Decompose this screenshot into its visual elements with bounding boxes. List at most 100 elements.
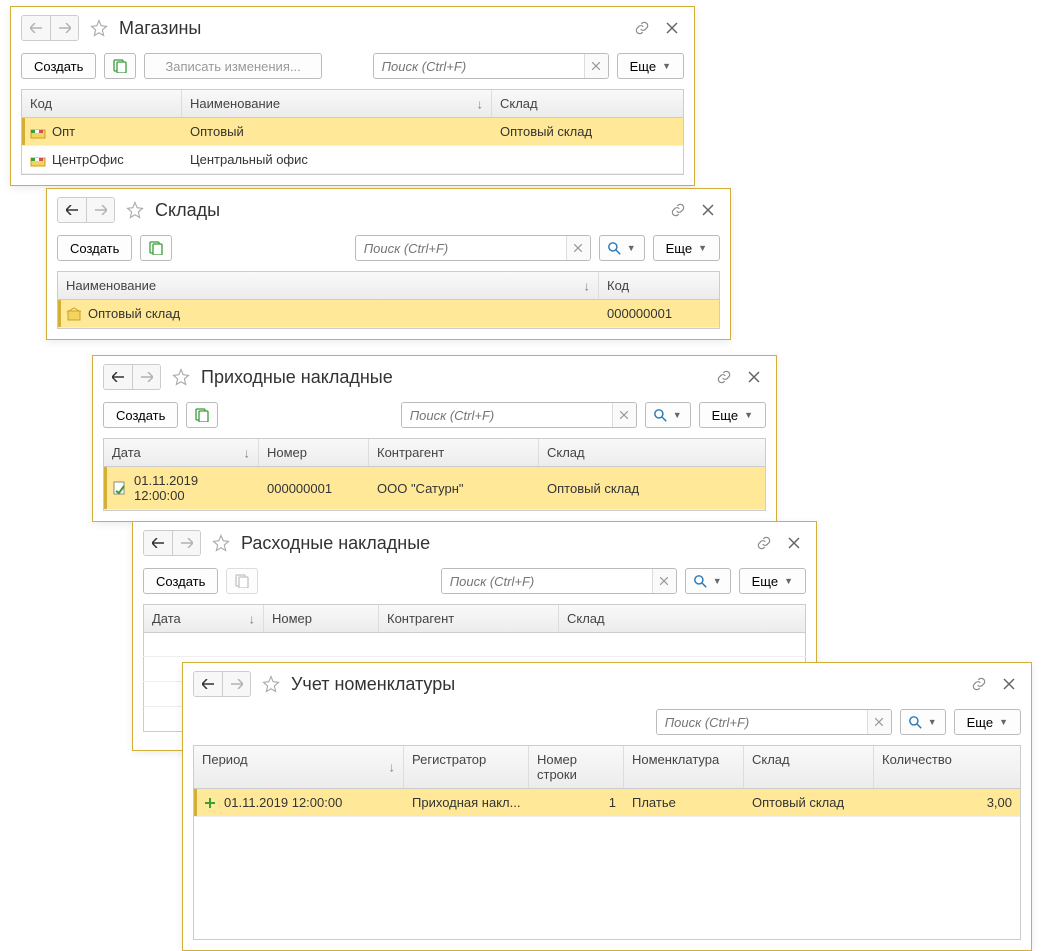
star-icon [126, 201, 144, 219]
col-code[interactable]: Код [599, 272, 719, 299]
receipts-table: Дата↓ Номер Контрагент Склад 01.11.2019 … [103, 438, 766, 511]
col-date[interactable]: Дата↓ [144, 605, 264, 632]
link-button[interactable] [967, 672, 991, 696]
star-icon [212, 534, 230, 552]
close-button[interactable] [742, 365, 766, 389]
arrow-left-icon [202, 679, 214, 689]
col-counterparty[interactable]: Контрагент [379, 605, 559, 632]
favorite-button[interactable] [89, 18, 109, 38]
create-button[interactable]: Создать [143, 568, 218, 594]
favorite-button[interactable] [261, 674, 281, 694]
cell-warehouse: Оптовый склад [539, 467, 765, 509]
chevron-down-icon: ▼ [928, 717, 937, 727]
back-button[interactable] [104, 365, 132, 389]
more-button[interactable]: Еще▼ [653, 235, 720, 261]
close-icon [1003, 678, 1015, 690]
table-row[interactable]: Опт Оптовый Оптовый склад [22, 118, 683, 146]
search-input[interactable] [374, 54, 584, 78]
create-button[interactable]: Создать [103, 402, 178, 428]
favorite-button[interactable] [171, 367, 191, 387]
forward-button[interactable] [222, 672, 250, 696]
col-code[interactable]: Код [22, 90, 182, 117]
link-button[interactable] [666, 198, 690, 222]
col-name[interactable]: Наименование↓ [182, 90, 492, 117]
col-warehouse[interactable]: Склад [492, 90, 683, 117]
nav-buttons [103, 364, 161, 390]
forward-button[interactable] [50, 16, 78, 40]
col-name-label: Наименование [190, 96, 280, 111]
search-input[interactable] [356, 236, 566, 260]
window-title: Магазины [119, 18, 201, 39]
copy-button[interactable] [226, 568, 258, 594]
save-changes-button[interactable]: Записать изменения... [144, 53, 321, 79]
more-button[interactable]: Еще▼ [954, 709, 1021, 735]
table-header: Период↓ Регистратор Номер строки Номенкл… [194, 746, 1020, 789]
col-lineno[interactable]: Номер строки [529, 746, 624, 788]
link-button[interactable] [712, 365, 736, 389]
col-name[interactable]: Наименование↓ [58, 272, 599, 299]
search-options-button[interactable]: ▼ [645, 402, 691, 428]
more-button[interactable]: Еще▼ [699, 402, 766, 428]
more-button[interactable]: Еще▼ [739, 568, 806, 594]
table-header: Наименование↓ Код [58, 272, 719, 300]
back-button[interactable] [58, 198, 86, 222]
col-warehouse[interactable]: Склад [744, 746, 874, 788]
search-options-button[interactable]: ▼ [599, 235, 645, 261]
favorite-button[interactable] [125, 200, 145, 220]
cell-code: 000000001 [599, 300, 719, 327]
col-qty[interactable]: Количество [874, 746, 1020, 788]
table-row[interactable]: ЦентрОфис Центральный офис [22, 146, 683, 174]
window-shops: Магазины Создать Записать изменения... Е… [10, 6, 695, 186]
link-button[interactable] [630, 16, 654, 40]
search-clear-button[interactable] [612, 403, 636, 427]
cell-name: Оптовый [182, 118, 492, 145]
col-counterparty[interactable]: Контрагент [369, 439, 539, 466]
close-button[interactable] [660, 16, 684, 40]
search-input[interactable] [402, 403, 612, 427]
col-item[interactable]: Номенклатура [624, 746, 744, 788]
cell-item: Платье [624, 789, 744, 816]
magnifier-icon [694, 575, 707, 588]
favorite-button[interactable] [211, 533, 231, 553]
arrow-left-icon [152, 538, 164, 548]
forward-button[interactable] [172, 531, 200, 555]
col-warehouse[interactable]: Склад [539, 439, 765, 466]
copy-button[interactable] [104, 53, 136, 79]
link-button[interactable] [752, 531, 776, 555]
link-icon [634, 20, 650, 36]
search-clear-button[interactable] [584, 54, 608, 78]
search-clear-button[interactable] [867, 710, 891, 734]
magnifier-icon [654, 409, 667, 422]
shops-table: Код Наименование↓ Склад Опт Оптовый Опто… [21, 89, 684, 175]
copy-button[interactable] [140, 235, 172, 261]
search-options-button[interactable]: ▼ [900, 709, 946, 735]
search-options-button[interactable]: ▼ [685, 568, 731, 594]
forward-button[interactable] [86, 198, 114, 222]
close-button[interactable] [997, 672, 1021, 696]
copy-button[interactable] [186, 402, 218, 428]
magnifier-icon [608, 242, 621, 255]
table-row[interactable]: Оптовый склад 000000001 [58, 300, 719, 328]
create-button[interactable]: Создать [21, 53, 96, 79]
close-button[interactable] [782, 531, 806, 555]
col-registrar[interactable]: Регистратор [404, 746, 529, 788]
close-button[interactable] [696, 198, 720, 222]
search-input[interactable] [442, 569, 652, 593]
col-number[interactable]: Номер [259, 439, 369, 466]
back-button[interactable] [144, 531, 172, 555]
col-period[interactable]: Период↓ [194, 746, 404, 788]
col-number[interactable]: Номер [264, 605, 379, 632]
back-button[interactable] [22, 16, 50, 40]
col-warehouse[interactable]: Склад [559, 605, 805, 632]
more-button[interactable]: Еще▼ [617, 53, 684, 79]
more-label: Еще [752, 574, 778, 589]
back-button[interactable] [194, 672, 222, 696]
table-row[interactable]: 01.11.2019 12:00:00 Приходная накл... 1 … [194, 789, 1020, 817]
search-clear-button[interactable] [566, 236, 590, 260]
forward-button[interactable] [132, 365, 160, 389]
table-row[interactable]: 01.11.2019 12:00:00 000000001 ООО "Сатур… [104, 467, 765, 510]
search-input[interactable] [657, 710, 867, 734]
search-clear-button[interactable] [652, 569, 676, 593]
create-button[interactable]: Создать [57, 235, 132, 261]
col-date[interactable]: Дата↓ [104, 439, 259, 466]
